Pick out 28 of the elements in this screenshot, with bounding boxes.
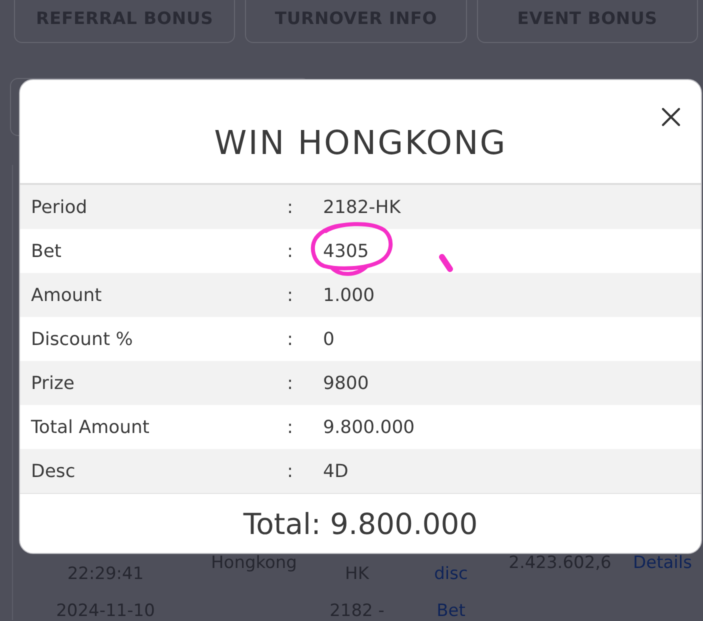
row-label: Amount	[31, 284, 102, 306]
row-label: Bet	[31, 240, 62, 262]
row-label: Desc	[31, 460, 76, 482]
row-value: 1.000	[323, 284, 375, 306]
row-label: Total Amount	[31, 416, 150, 438]
row-separator: :	[287, 460, 294, 482]
table-link[interactable]: Bet	[436, 602, 466, 620]
row-separator: :	[287, 196, 294, 218]
row-separator: :	[287, 328, 294, 350]
row-value: 9800	[323, 372, 369, 394]
row-label: Prize	[31, 372, 74, 394]
row-value: 9.800.000	[323, 416, 415, 438]
row-value: 2182-HK	[323, 196, 401, 218]
close-button[interactable]	[661, 107, 681, 127]
row-label: Period	[31, 196, 88, 218]
row-value: 4305	[323, 240, 369, 262]
row-value: 0	[323, 328, 334, 350]
row-label: Discount %	[31, 328, 133, 350]
table-link[interactable]: Details	[633, 552, 692, 574]
total-text: Total: 9.800.000	[243, 506, 478, 540]
modal-title: WIN HONGKONG	[214, 123, 507, 162]
row-separator: :	[287, 284, 294, 306]
close-icon	[661, 107, 681, 127]
row-separator: :	[287, 416, 294, 438]
row-separator: :	[287, 240, 294, 262]
row-value: 4D	[323, 460, 348, 482]
table-link[interactable]: disc	[434, 563, 468, 586]
row-separator: :	[287, 372, 294, 394]
